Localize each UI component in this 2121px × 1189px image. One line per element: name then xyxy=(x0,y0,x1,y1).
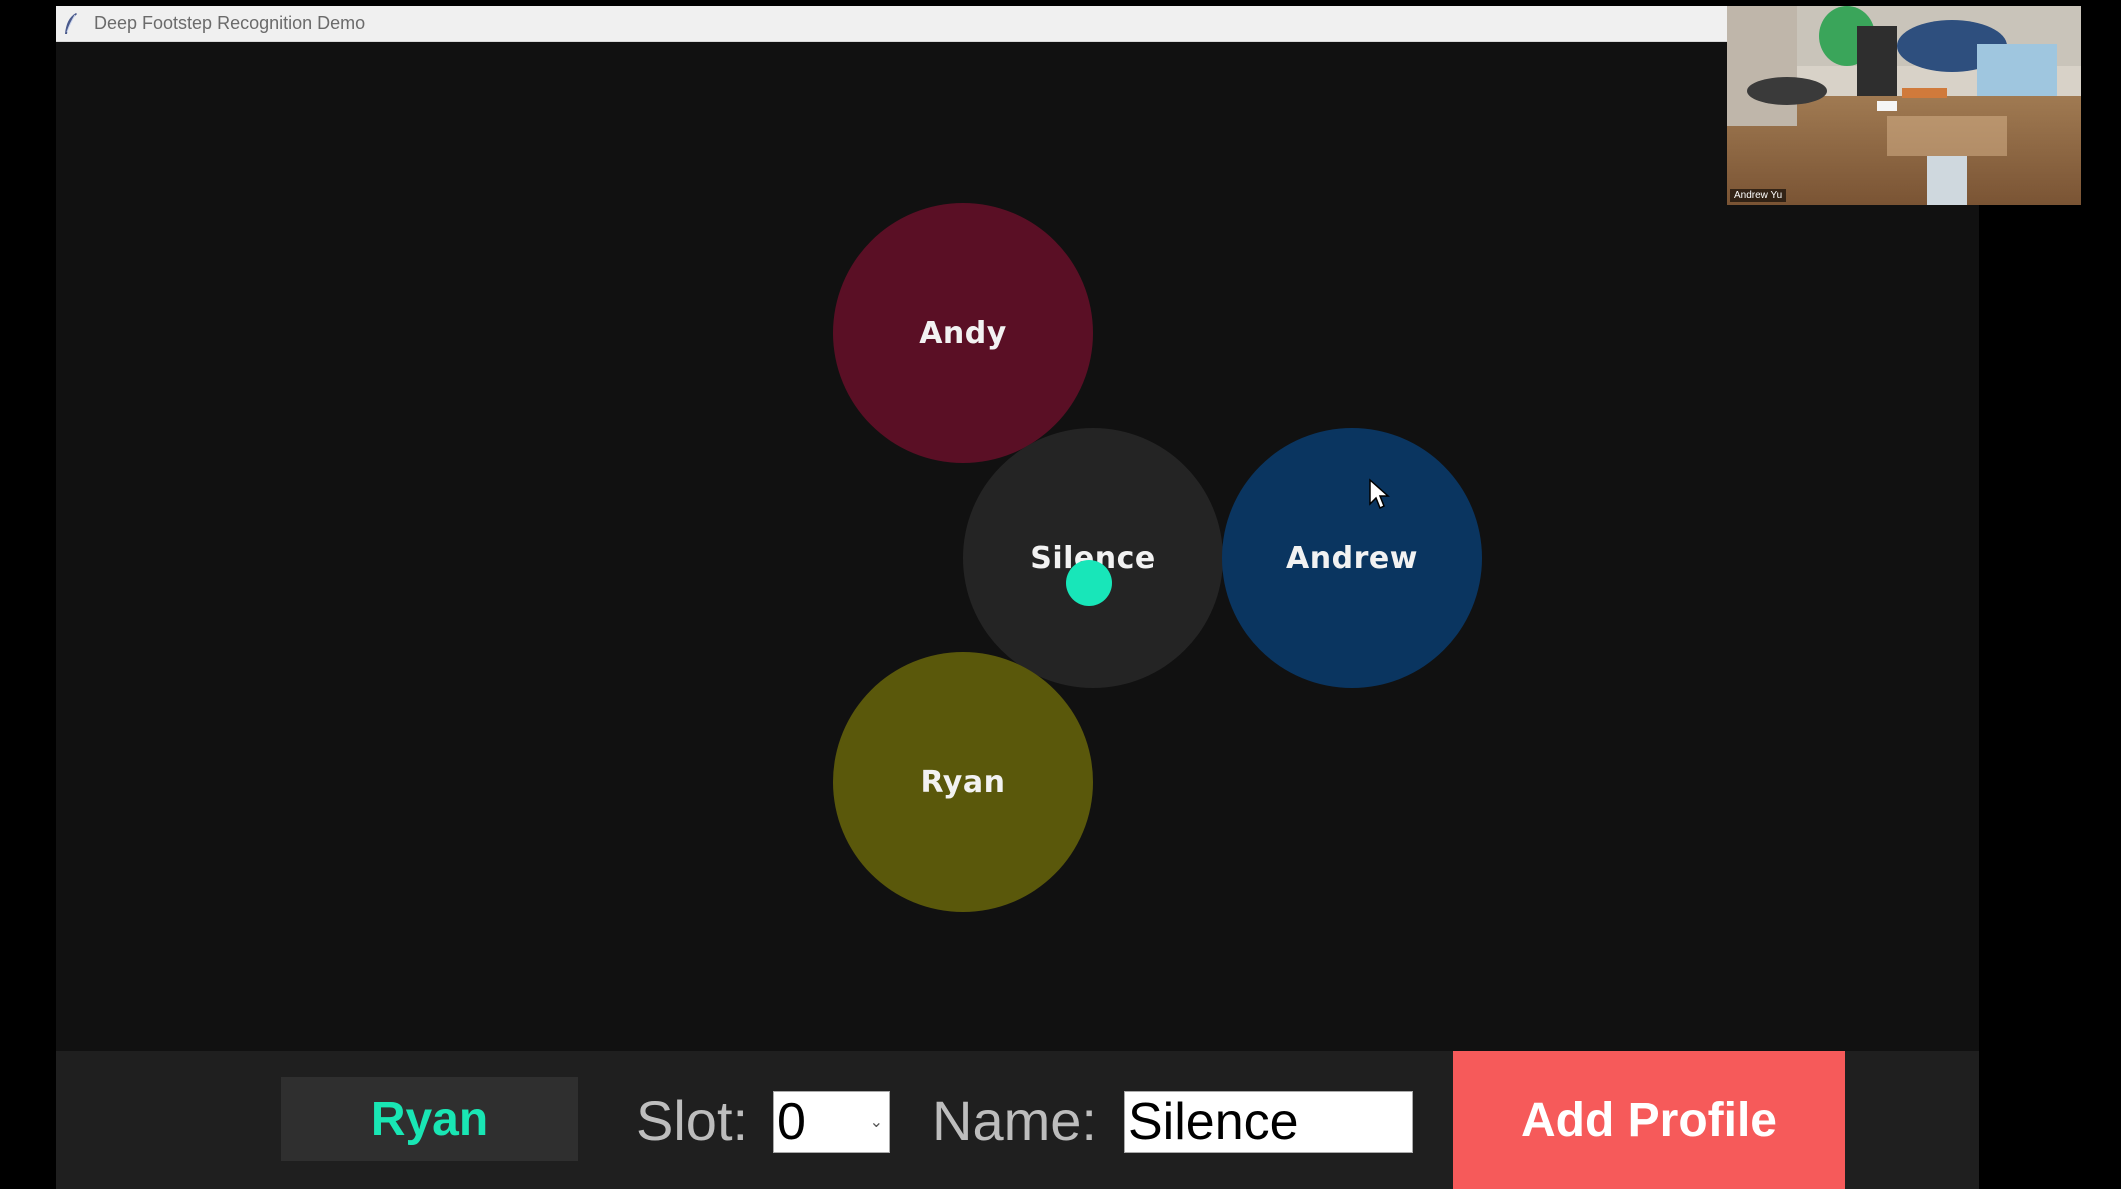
profile-label-andrew: Andrew xyxy=(1286,540,1418,576)
profile-canvas[interactable]: Andy Silence Andrew Ryan xyxy=(56,42,1979,1051)
profile-circle-silence[interactable]: Silence xyxy=(963,428,1223,688)
webcam-participant-name: Andrew Yu xyxy=(1730,189,1787,202)
profile-circle-ryan[interactable]: Ryan xyxy=(833,652,1093,912)
webcam-overlay: Andrew Yu xyxy=(1727,6,2081,205)
chevron-down-icon[interactable]: ⌄ xyxy=(870,1112,883,1132)
slot-label: Slot: xyxy=(636,1089,749,1152)
current-profile-display: Ryan xyxy=(281,1077,578,1161)
profile-label-ryan: Ryan xyxy=(920,764,1006,800)
footstep-marker-dot xyxy=(1066,560,1112,606)
control-bar: Ryan Slot: 0 ⌄ Name: Add Profile xyxy=(56,1051,1979,1189)
profile-label-andy: Andy xyxy=(919,315,1007,351)
window-title: Deep Footstep Recognition Demo xyxy=(94,13,366,33)
title-bar: Deep Footstep Recognition Demo xyxy=(56,6,1979,42)
mouse-cursor-icon xyxy=(1369,478,1390,510)
slot-select[interactable]: 0 ⌄ xyxy=(773,1091,890,1153)
slot-value: 0 xyxy=(777,1093,806,1151)
profile-circle-andrew[interactable]: Andrew xyxy=(1222,428,1482,688)
add-profile-button[interactable]: Add Profile xyxy=(1453,1051,1845,1189)
feather-icon xyxy=(62,12,80,36)
name-label: Name: xyxy=(932,1089,1097,1152)
app-window: Deep Footstep Recognition Demo Andy Sile… xyxy=(56,6,1979,1189)
name-input[interactable] xyxy=(1124,1091,1413,1153)
profile-circle-andy[interactable]: Andy xyxy=(833,203,1093,463)
webcam-video-image xyxy=(1727,6,2081,205)
